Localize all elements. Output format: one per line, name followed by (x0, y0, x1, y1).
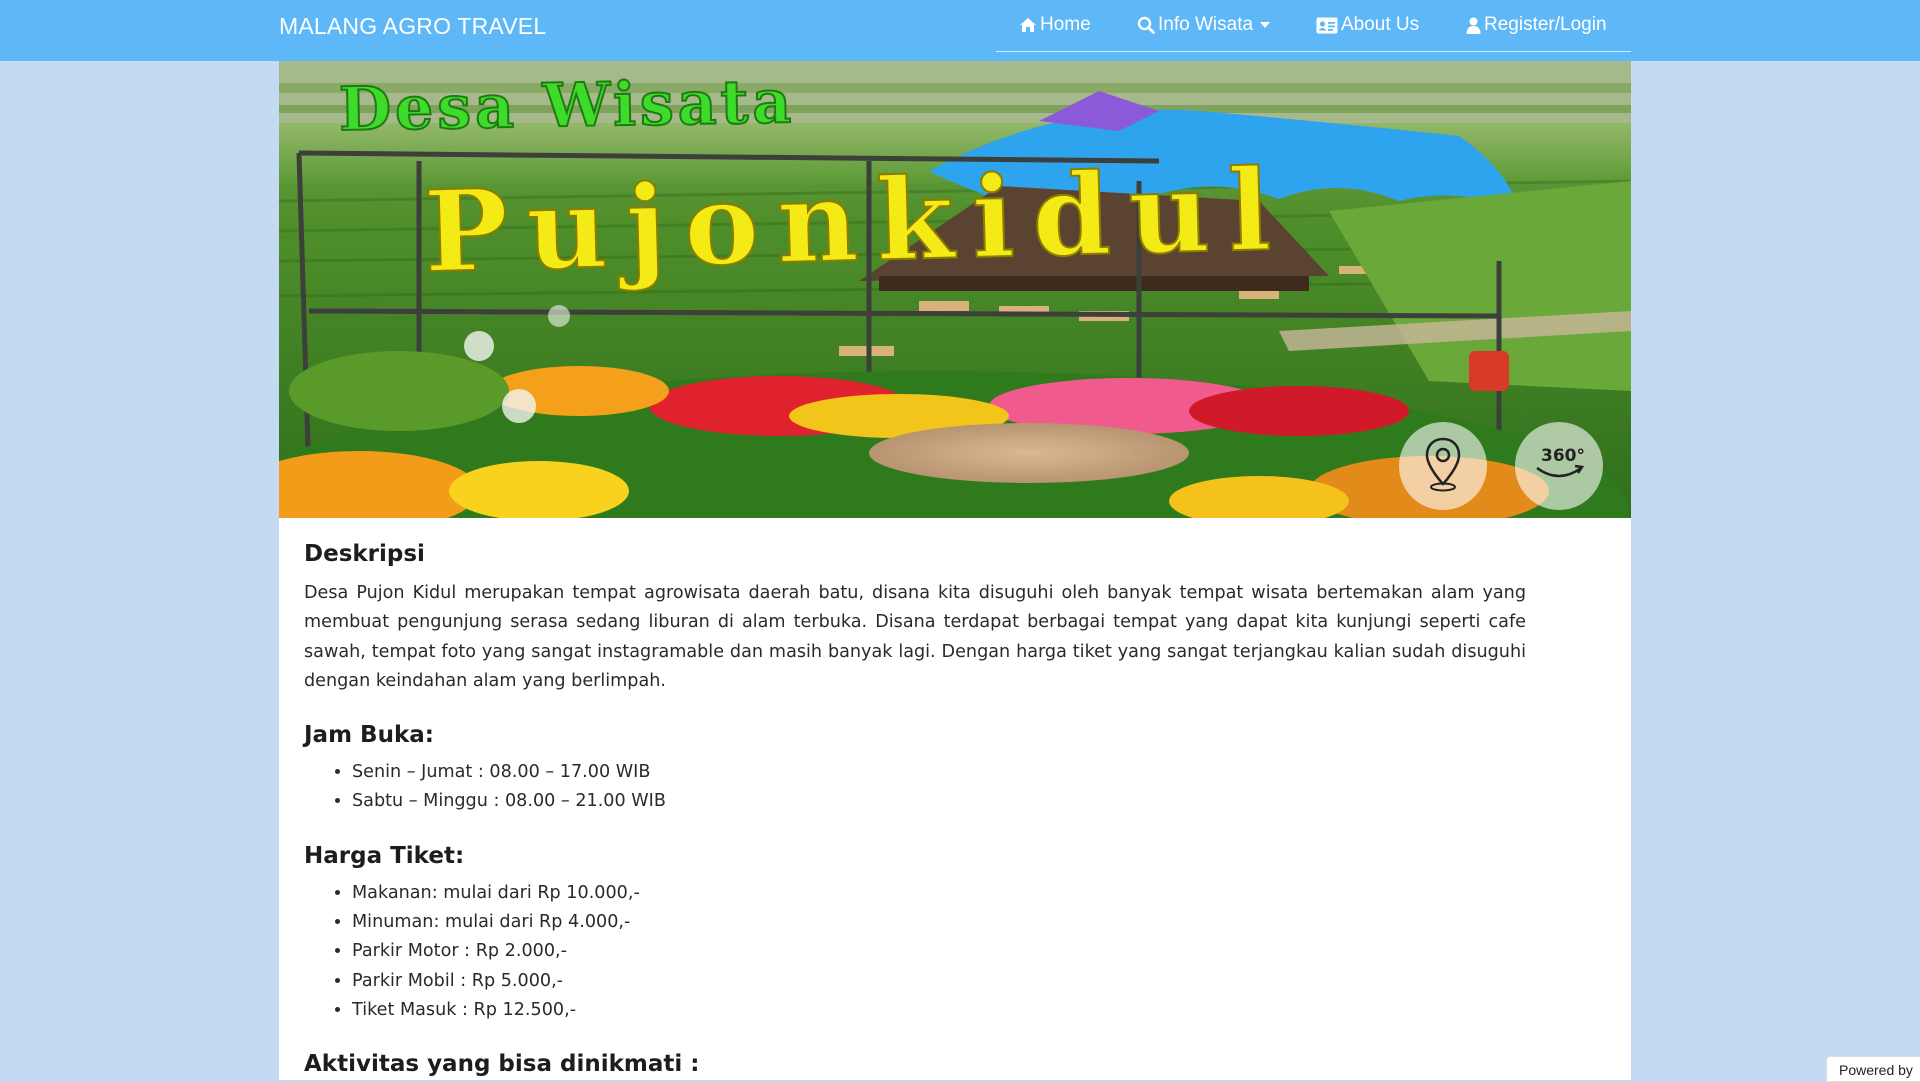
view-360-label: 360° (1541, 446, 1585, 466)
activities-heading: Aktivitas yang bisa dinikmati : (304, 1051, 700, 1078)
user-icon (1466, 17, 1481, 34)
hero-image: Desa Wisata Pujonkidul 360° (279, 61, 1631, 518)
search-icon (1137, 16, 1155, 34)
nav-about-us-label: About Us (1341, 14, 1420, 35)
chevron-down-icon (1260, 22, 1271, 28)
list-item: Tiket Masuk : Rp 12.500,- (352, 996, 1526, 1025)
hero-title-line1: Desa Wisata (337, 66, 796, 146)
id-card-icon (1316, 17, 1338, 34)
map-location-button[interactable] (1399, 422, 1487, 510)
description-text: Desa Pujon Kidul merupakan tempat agrowi… (304, 583, 1526, 691)
view-360-button[interactable]: 360° (1515, 422, 1603, 510)
list-item: Makanan: mulai dari Rp 10.000,- (352, 879, 1526, 908)
powered-by-badge[interactable]: Powered by (1826, 1056, 1920, 1082)
list-item: Sabtu – Minggu : 08.00 – 21.00 WIB (352, 787, 1526, 816)
brand-logo-text[interactable]: MALANG AGRO TRAVEL (279, 13, 546, 40)
map-pin-icon (1423, 436, 1463, 496)
nav-home[interactable]: Home (1019, 14, 1091, 36)
list-item: Minuman: mulai dari Rp 4.000,- (352, 908, 1526, 937)
home-icon (1019, 17, 1037, 33)
hero-title-line2: Pujonkidul (421, 144, 1291, 300)
list-item: Parkir Motor : Rp 2.000,- (352, 937, 1526, 966)
rotate-360-icon: 360° (1531, 446, 1587, 486)
ticket-price-heading: Harga Tiket: (304, 842, 465, 869)
list-item: Senin – Jumat : 08.00 – 17.00 WIB (352, 758, 1526, 787)
nav-register-login[interactable]: Register/Login (1466, 14, 1607, 36)
nav-menu: Home Info Wisata About Us Register/Login (996, 0, 1631, 52)
nav-about-us[interactable]: About Us (1316, 14, 1419, 36)
nav-home-label: Home (1040, 14, 1091, 35)
nav-register-login-label: Register/Login (1484, 14, 1607, 35)
description-heading: Deskripsi (304, 541, 425, 567)
ticket-price-list: Makanan: mulai dari Rp 10.000,- Minuman:… (304, 879, 1526, 1025)
opening-hours-list: Senin – Jumat : 08.00 – 17.00 WIB Sabtu … (304, 758, 1526, 817)
opening-hours-heading: Jam Buka: (304, 722, 434, 749)
main-content: Desa Wisata Pujonkidul 360° Deskripsi De… (279, 61, 1631, 1080)
top-navbar: MALANG AGRO TRAVEL Home Info Wisata Abou… (0, 0, 1920, 61)
nav-info-wisata[interactable]: Info Wisata (1137, 14, 1271, 36)
description-section: Deskripsi Desa Pujon Kidul merupakan tem… (304, 541, 1526, 1077)
nav-info-wisata-label: Info Wisata (1158, 14, 1254, 35)
list-item: Parkir Mobil : Rp 5.000,- (352, 967, 1526, 996)
